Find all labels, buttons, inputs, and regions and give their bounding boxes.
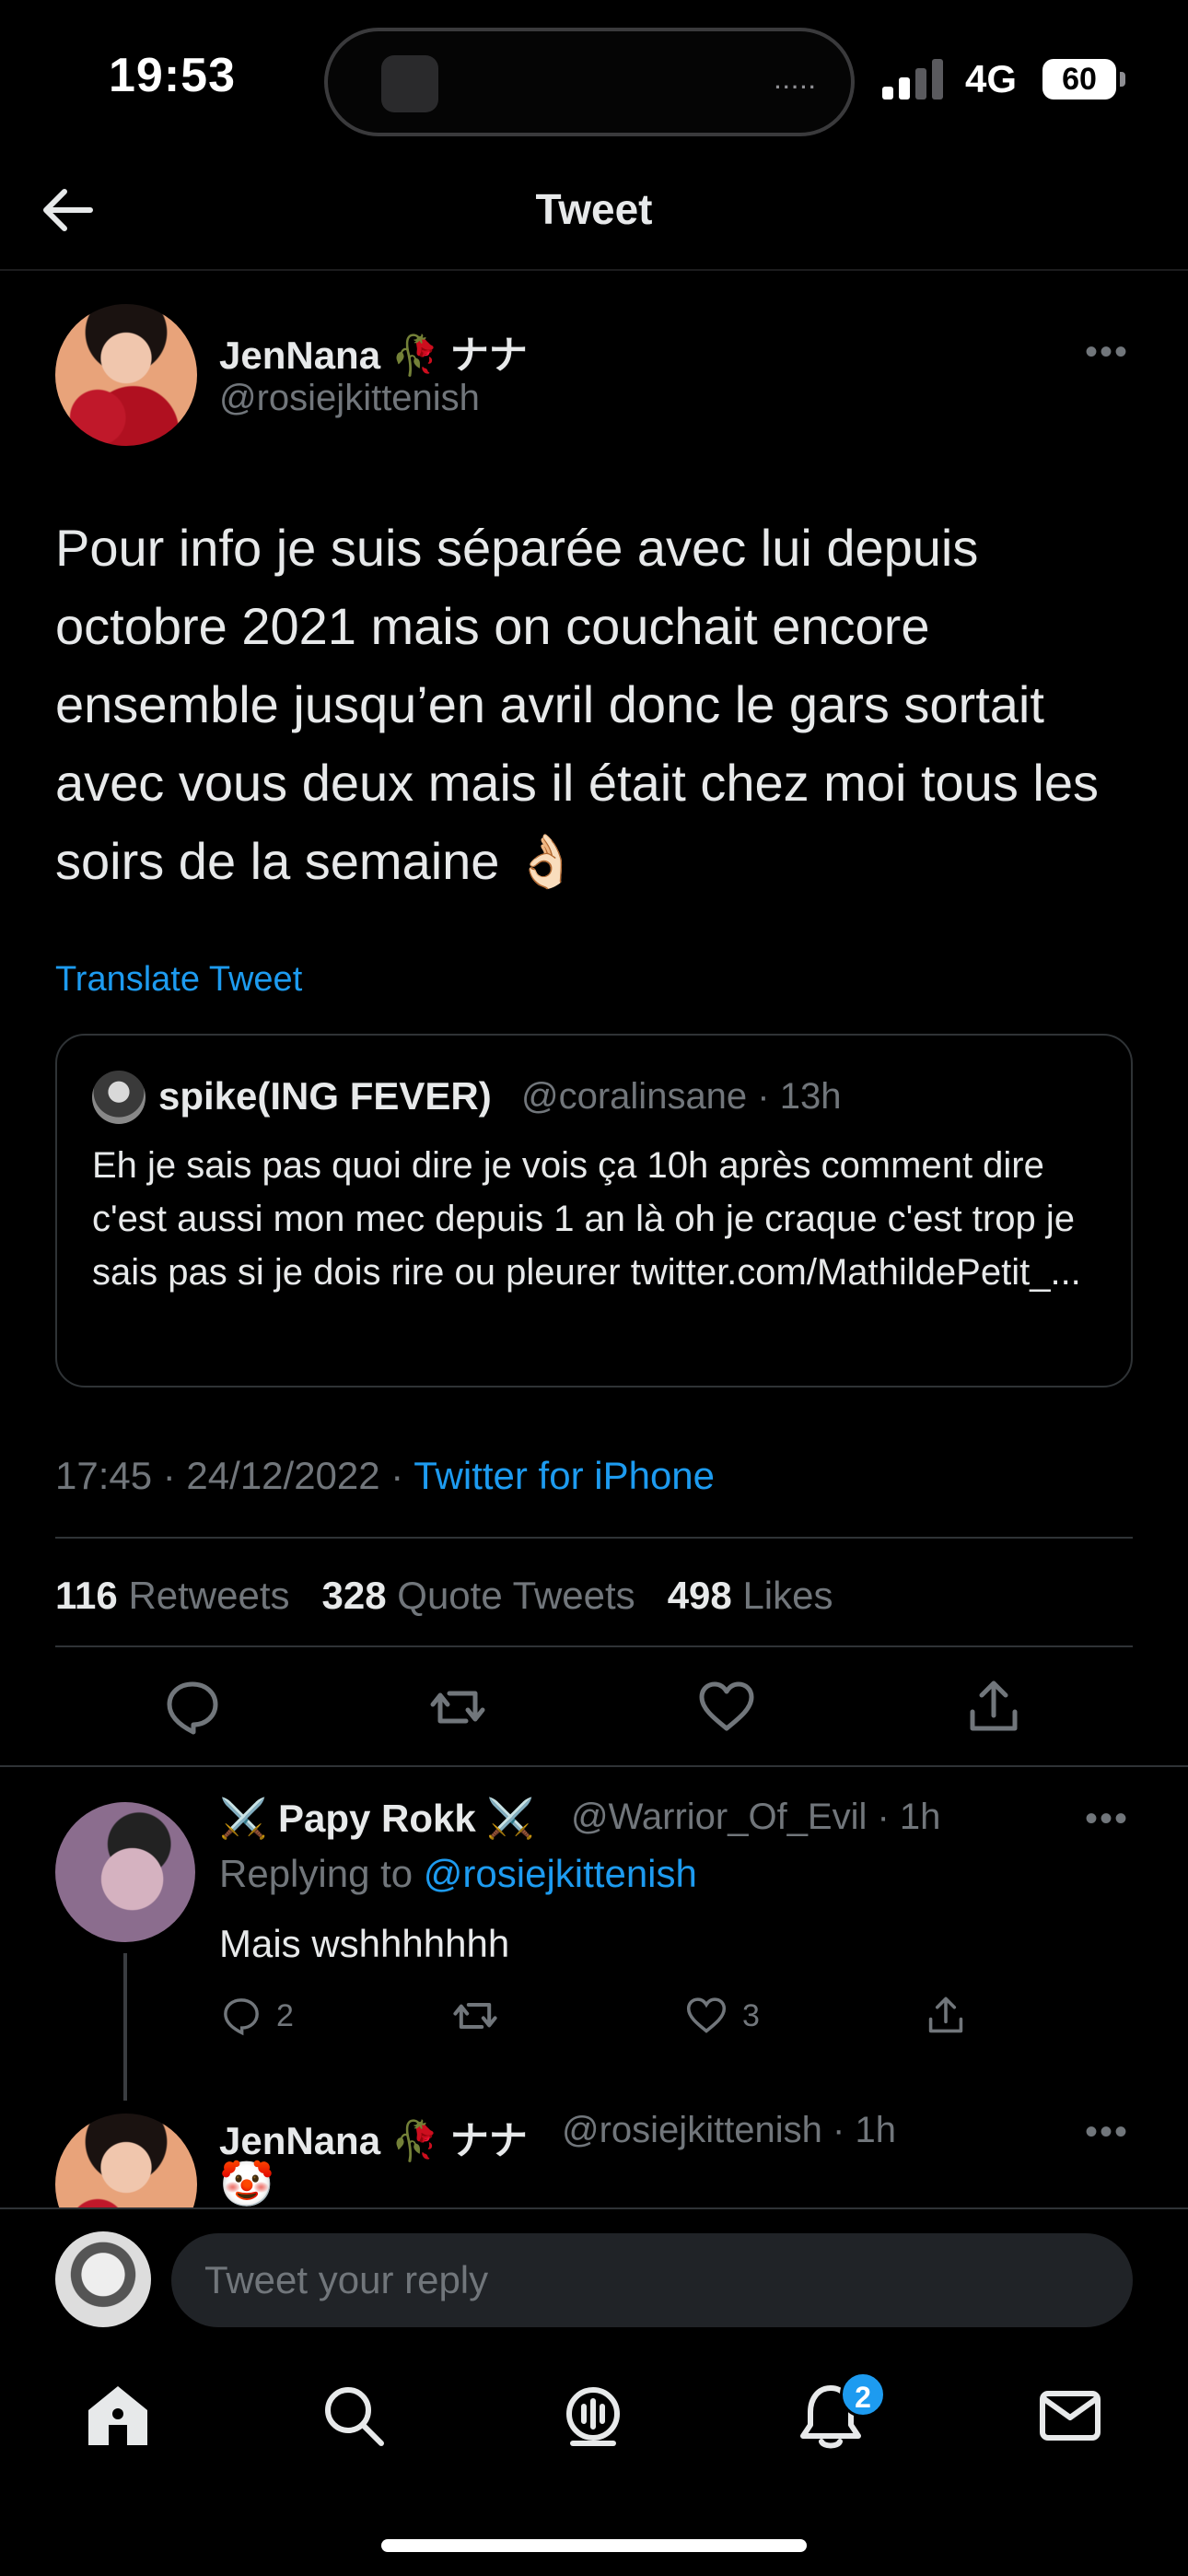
quoted-author-name: spike(ING FEVER) (158, 1074, 492, 1118)
notifications-badge: 2 (840, 2371, 886, 2418)
quoted-author-handle: @coralinsane · 13h (521, 1076, 842, 1117)
search-icon[interactable] (317, 2379, 390, 2453)
like-heart-icon (686, 1997, 727, 2033)
more-options-icon[interactable]: ••• (1085, 2112, 1129, 2153)
translate-tweet-link[interactable]: Translate Tweet (55, 960, 302, 1000)
camera-icon (381, 55, 438, 112)
tweet-timestamp: 17:45 · 24/12/2022 · (55, 1454, 414, 1497)
reply-text: 🤡 (219, 2160, 274, 2209)
share-icon (928, 1996, 963, 2033)
tweet-text: Pour info je suis séparée avec lui depui… (55, 519, 1099, 890)
reply-author-name[interactable]: ⚔️ Papy Rokk ⚔️ (219, 1797, 535, 1842)
avatar[interactable] (55, 1802, 195, 1942)
reply-icon (224, 1998, 259, 2036)
reply-author-handle[interactable]: @Warrior_Of_Evil · 1h (571, 1797, 940, 1838)
retweets-stat[interactable]: 116 Retweets (55, 1574, 290, 1617)
network-type: 4G (965, 57, 1018, 100)
likes-stat[interactable]: 498 Likes (668, 1574, 833, 1617)
spaces-icon[interactable] (556, 2379, 630, 2453)
quoted-tweet[interactable]: spike(ING FEVER) @coralinsane · 13h Eh j… (55, 1034, 1133, 1388)
dynamic-island: ····· (324, 28, 855, 136)
quoted-avatar (92, 1071, 146, 1124)
retweet-icon[interactable] (425, 1675, 490, 1739)
replying-to-handle-link[interactable]: @rosiejkittenish (424, 1852, 697, 1895)
reply-icon[interactable] (160, 1675, 225, 1739)
battery-icon: 60 (1042, 59, 1116, 100)
author-name[interactable]: JenNana 🥀 ナナ (219, 324, 528, 381)
replying-to: Replying to @rosiejkittenish (219, 1852, 697, 1895)
page-title: Tweet (535, 185, 653, 233)
like-heart-icon[interactable] (694, 1675, 759, 1739)
like-button[interactable]: 3 (683, 1990, 760, 2042)
more-options-icon[interactable]: ••• (1085, 1798, 1129, 1840)
reply-input[interactable] (171, 2233, 1133, 2327)
reply-button[interactable]: 2 (219, 1990, 294, 2042)
tweet-metadata: 17:45 · 24/12/2022 · Twitter for iPhone (55, 1454, 715, 1498)
author-handle[interactable]: @rosiejkittenish (219, 378, 480, 419)
home-icon[interactable] (81, 2379, 155, 2453)
retweet-button[interactable] (449, 1990, 501, 2042)
more-options-icon[interactable]: ••• (1085, 332, 1129, 373)
messages-envelope-icon[interactable] (1033, 2379, 1107, 2453)
reply-author-handle[interactable]: @rosiejkittenish · 1h (562, 2110, 896, 2151)
share-icon[interactable] (961, 1675, 1026, 1739)
divider (0, 1765, 1188, 1767)
retweet-icon (453, 2003, 497, 2029)
divider (55, 1537, 1133, 1539)
divider (0, 269, 1188, 271)
share-button[interactable] (923, 1990, 969, 2042)
divider (55, 1645, 1133, 1647)
thread-connector (123, 1953, 127, 2101)
quoted-tweet-text: Eh je sais pas quoi dire je vois ça 10h … (92, 1145, 1081, 1293)
avatar[interactable] (55, 304, 197, 446)
status-time: 19:53 (109, 49, 236, 102)
quote-tweets-stat[interactable]: 328 Quote Tweets (322, 1574, 635, 1617)
like-count: 3 (742, 1997, 760, 2033)
tweet-stats: 116 Retweets 328 Quote Tweets 498 Likes (55, 1574, 833, 1618)
signal-strength-icon (882, 59, 943, 100)
home-indicator[interactable] (381, 2539, 807, 2552)
battery-cap (1120, 72, 1125, 87)
reply-text: Mais wshhhhhhh (219, 1922, 510, 1965)
audio-wave-icon: ····· (775, 76, 818, 99)
my-avatar[interactable] (55, 2231, 151, 2327)
tweet-client-link[interactable]: Twitter for iPhone (413, 1454, 715, 1497)
reply-count: 2 (276, 1997, 294, 2033)
